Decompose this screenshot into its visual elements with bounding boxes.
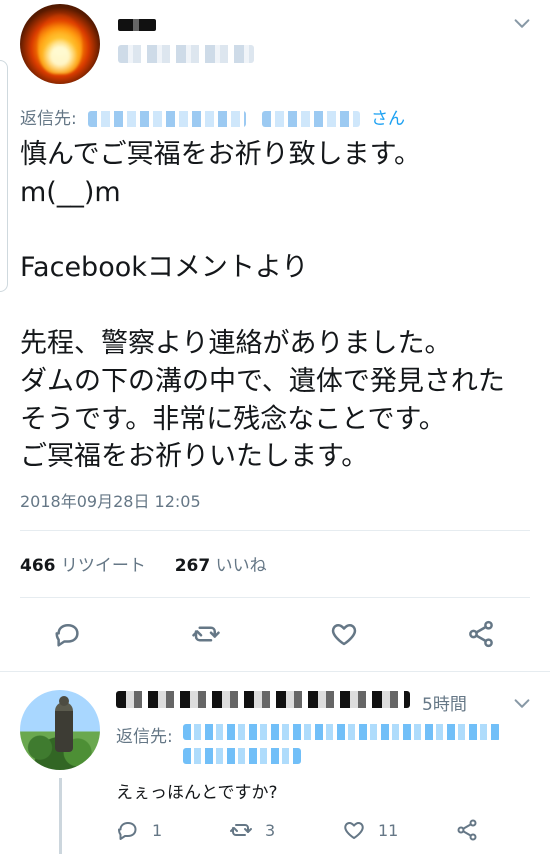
divider xyxy=(20,530,530,531)
tweet-action-bar xyxy=(0,612,550,656)
reply-mention-redacted[interactable] xyxy=(183,748,301,764)
chevron-down-icon[interactable] xyxy=(511,13,533,35)
reply-to-line: 返信先: xyxy=(116,722,173,747)
author-avatar[interactable] xyxy=(20,4,100,84)
reply-button[interactable] xyxy=(53,612,83,656)
retweet-count[interactable]: 466 xyxy=(20,556,56,576)
reply-suffix: さん xyxy=(370,109,405,129)
share-icon xyxy=(469,620,493,648)
retweet-label[interactable]: リツイート xyxy=(61,556,146,576)
heart-icon xyxy=(331,624,357,646)
share-button[interactable] xyxy=(466,612,496,656)
like-label[interactable]: いいね xyxy=(216,556,267,576)
tweet-timestamp: 2018年09月28日 12:05 xyxy=(20,492,201,511)
reply-prefix: 返信先: xyxy=(116,727,173,747)
reply-retweet-count: 3 xyxy=(265,820,276,840)
statue-figure xyxy=(55,696,73,752)
reply-like-count: 11 xyxy=(378,820,399,840)
thread-divider xyxy=(0,671,550,672)
reply-retweet-button[interactable]: 3 xyxy=(229,818,275,842)
author-name-redacted xyxy=(118,19,156,31)
mention-redacted[interactable] xyxy=(88,111,247,127)
author-handle-redacted xyxy=(118,45,254,63)
left-edge-marker xyxy=(0,60,8,292)
reply-like-button[interactable]: 11 xyxy=(342,818,398,842)
tweet-detail-screen: 返信先: さん 慎んでご冥福をお祈り致します。 m(__)m Facebookコ… xyxy=(0,0,550,854)
retweet-icon xyxy=(230,824,252,836)
reply-prefix: 返信先: xyxy=(20,109,77,129)
reply-icon xyxy=(118,822,137,840)
like-button[interactable] xyxy=(329,612,359,656)
reply-author-avatar[interactable] xyxy=(20,690,100,770)
retweet-icon xyxy=(192,626,220,642)
reply-mention-redacted[interactable] xyxy=(183,724,501,740)
chevron-down-icon[interactable] xyxy=(511,693,533,715)
reply-text: えぇっほんとですか? xyxy=(116,783,278,803)
reply-reply-button[interactable]: 1 xyxy=(116,818,162,842)
reply-time: 5時間 xyxy=(422,695,467,715)
retweet-button[interactable] xyxy=(191,612,221,656)
tweet-stats: 466 リツイート 267 いいね xyxy=(20,551,267,576)
reply-icon xyxy=(55,624,79,647)
reply-reply-count: 1 xyxy=(152,820,163,840)
reply-author-redacted xyxy=(116,691,410,708)
reply-share-button[interactable] xyxy=(455,818,479,842)
heart-icon xyxy=(344,822,364,839)
like-count[interactable]: 267 xyxy=(175,556,211,576)
divider xyxy=(20,597,530,598)
share-icon xyxy=(457,819,477,841)
thread-connector xyxy=(59,778,62,854)
reply-to-line: 返信先: さん xyxy=(20,104,405,129)
tweet-text: 慎んでご冥福をお祈り致します。 m(__)m Facebookコメントより 先程… xyxy=(20,139,505,473)
mention-redacted[interactable] xyxy=(261,111,360,127)
